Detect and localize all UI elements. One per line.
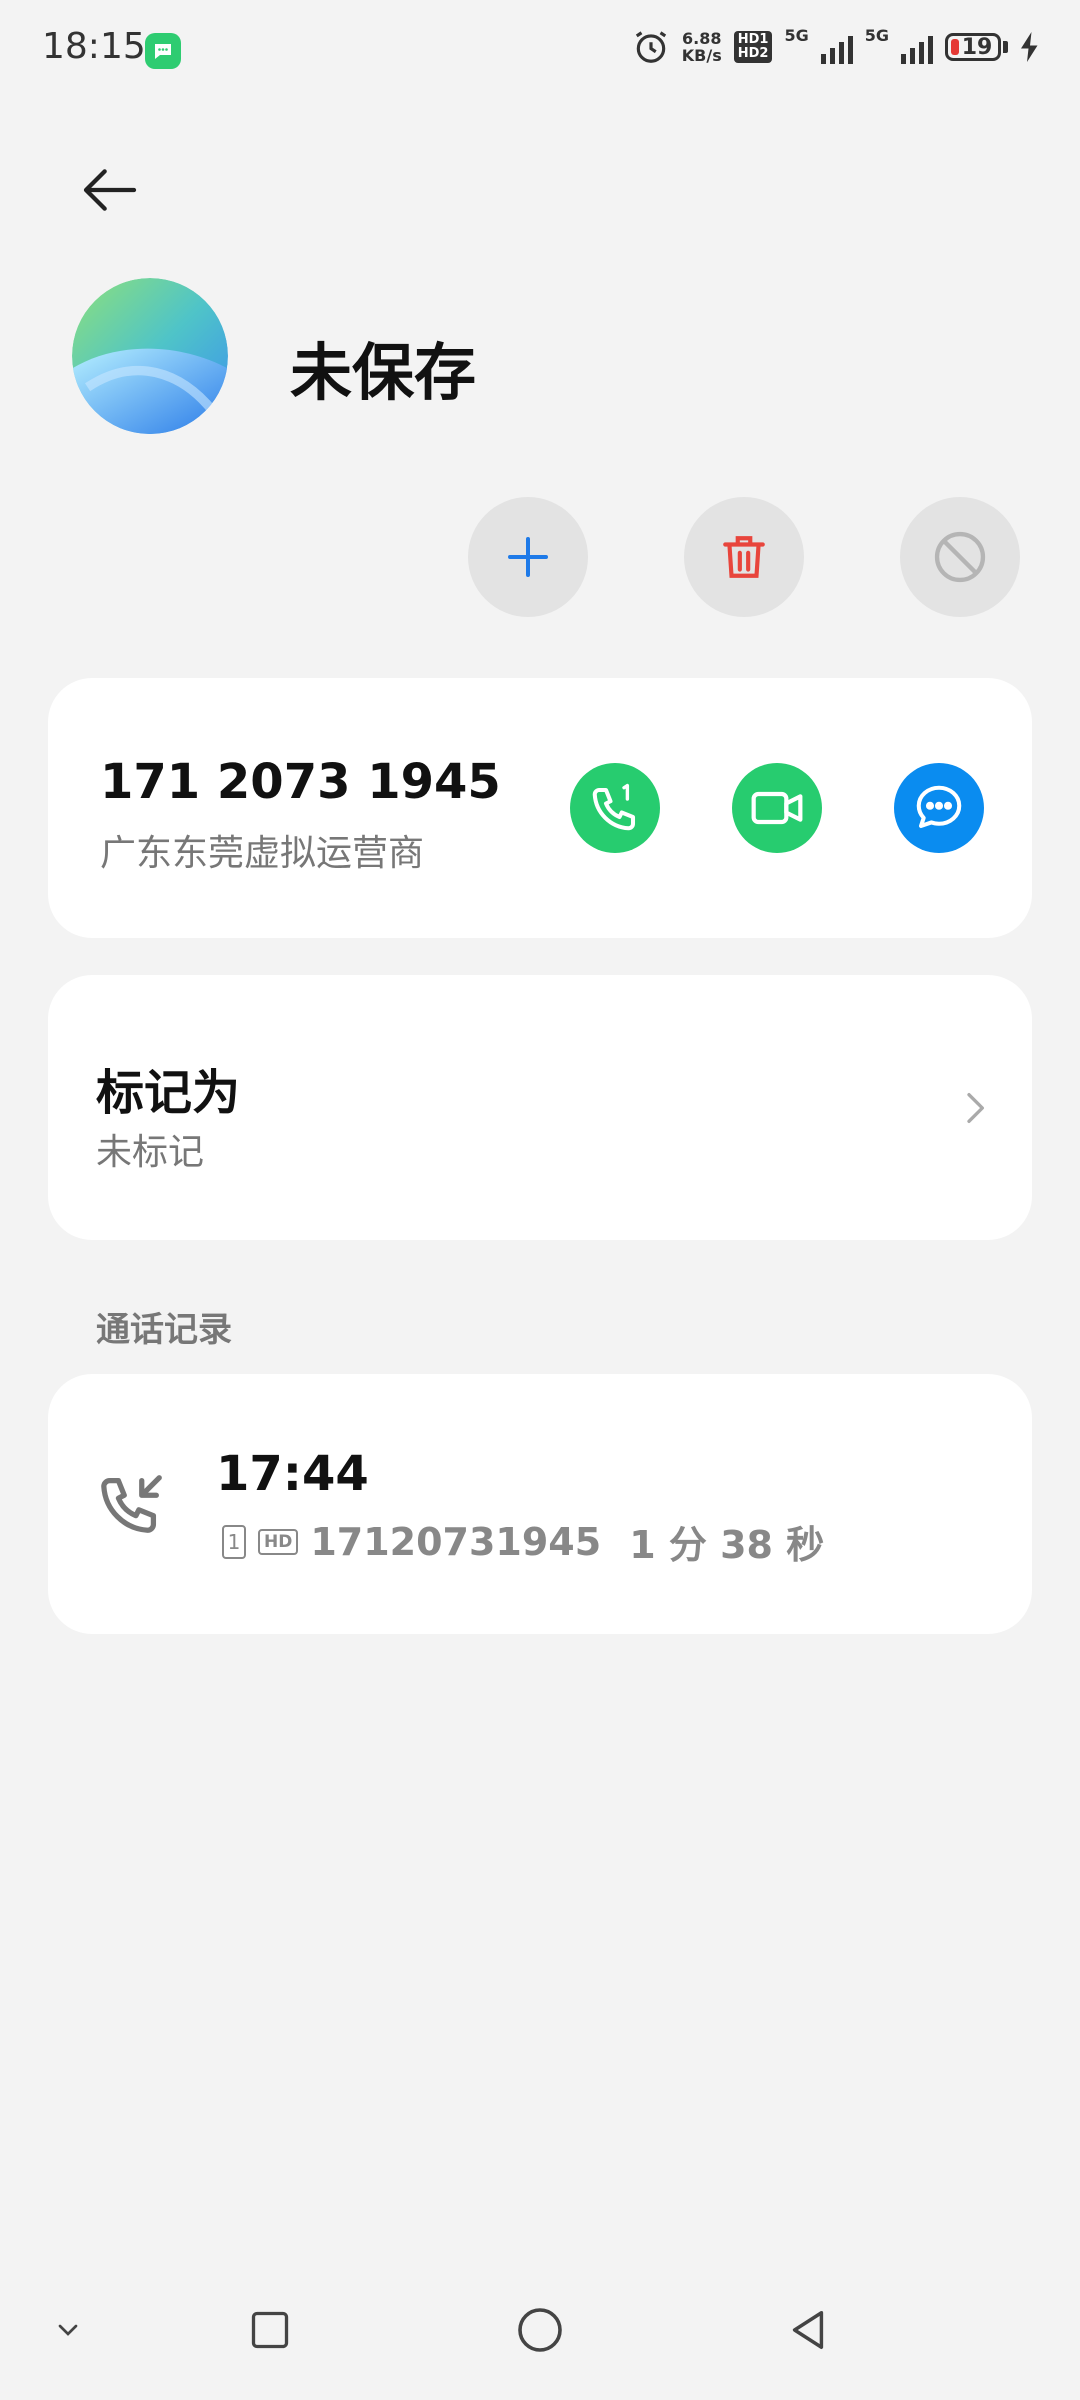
phone-location: 广东东莞虚拟运营商 — [100, 833, 425, 874]
call-log-entry[interactable]: 17:44 1 HD 17120731945 1 分 38 秒 — [48, 1374, 1032, 1634]
mark-value: 未标记 — [96, 1132, 205, 1173]
call-duration: 1 分 38 秒 — [629, 1523, 825, 1567]
block-button[interactable] — [900, 497, 1020, 617]
nav-collapse-button[interactable] — [28, 2290, 108, 2370]
alarm-icon — [635, 31, 666, 63]
video-call-icon — [751, 791, 803, 825]
recents-square-icon — [251, 2311, 289, 2349]
plus-icon — [508, 537, 548, 577]
network-type-1: 5G — [784, 25, 809, 45]
sim-card-icon: 1 — [222, 1524, 246, 1559]
nav-back-button[interactable] — [768, 2290, 848, 2370]
block-icon — [934, 531, 986, 583]
delete-button[interactable] — [684, 497, 804, 617]
call-log-heading: 通话记录 — [96, 1310, 232, 1350]
call-button[interactable] — [570, 763, 660, 853]
net-speed-unit: KB/s — [681, 46, 722, 65]
signal-icon-1 — [820, 30, 853, 64]
hd-badge-bottom: HD2 — [737, 46, 769, 61]
battery-icon: 19 — [945, 33, 1008, 61]
mark-as-row[interactable]: 标记为 未标记 — [48, 975, 1032, 1240]
hd-badge-top: HD1 — [737, 32, 769, 47]
chevron-right-icon — [967, 1093, 984, 1123]
charging-icon — [1021, 32, 1038, 62]
nav-home-button[interactable] — [500, 2290, 580, 2370]
call-number: 17120731945 — [310, 1519, 602, 1564]
incoming-call-icon — [101, 1475, 162, 1533]
mark-title: 标记为 — [96, 1065, 241, 1121]
video-call-button[interactable] — [732, 763, 822, 853]
message-icon — [916, 785, 962, 829]
message-button[interactable] — [894, 763, 984, 853]
trash-icon — [723, 536, 765, 578]
net-speed-value: 6.88 — [682, 29, 722, 48]
phone-number[interactable]: 171 2073 1945 — [100, 754, 501, 810]
home-circle-icon — [518, 2308, 562, 2352]
call-time: 17:44 — [216, 1446, 369, 1502]
signal-icon-2 — [901, 30, 933, 64]
back-triangle-icon — [792, 2311, 824, 2349]
hd-voice-icon: HD — [258, 1528, 299, 1555]
call-details: 1 HD 17120731945 1 分 38 秒 — [222, 1514, 824, 1569]
arrow-left-icon — [83, 169, 137, 211]
add-contact-button[interactable] — [468, 497, 588, 617]
volte-hd-badge: HD1 HD2 — [733, 31, 773, 63]
status-time: 18:15 — [42, 26, 146, 67]
status-icons: 6.88 KB/s HD1 HD2 5G 5G 19 — [632, 25, 1040, 66]
chevron-down-icon — [58, 2324, 78, 2336]
navigation-bar — [0, 2290, 1080, 2390]
contact-name: 未保存 — [290, 336, 477, 409]
network-type-2: 5G — [864, 25, 889, 45]
avatar — [72, 278, 228, 434]
chat-notification-icon — [145, 33, 181, 69]
net-speed: 6.88 KB/s — [682, 30, 722, 64]
phone-number-card: 171 2073 1945 广东东莞虚拟运营商 — [48, 678, 1032, 938]
battery-level: 19 — [961, 34, 993, 60]
nav-recents-button[interactable] — [230, 2290, 310, 2370]
phone-sim1-icon — [592, 783, 636, 831]
back-button[interactable] — [70, 150, 150, 230]
